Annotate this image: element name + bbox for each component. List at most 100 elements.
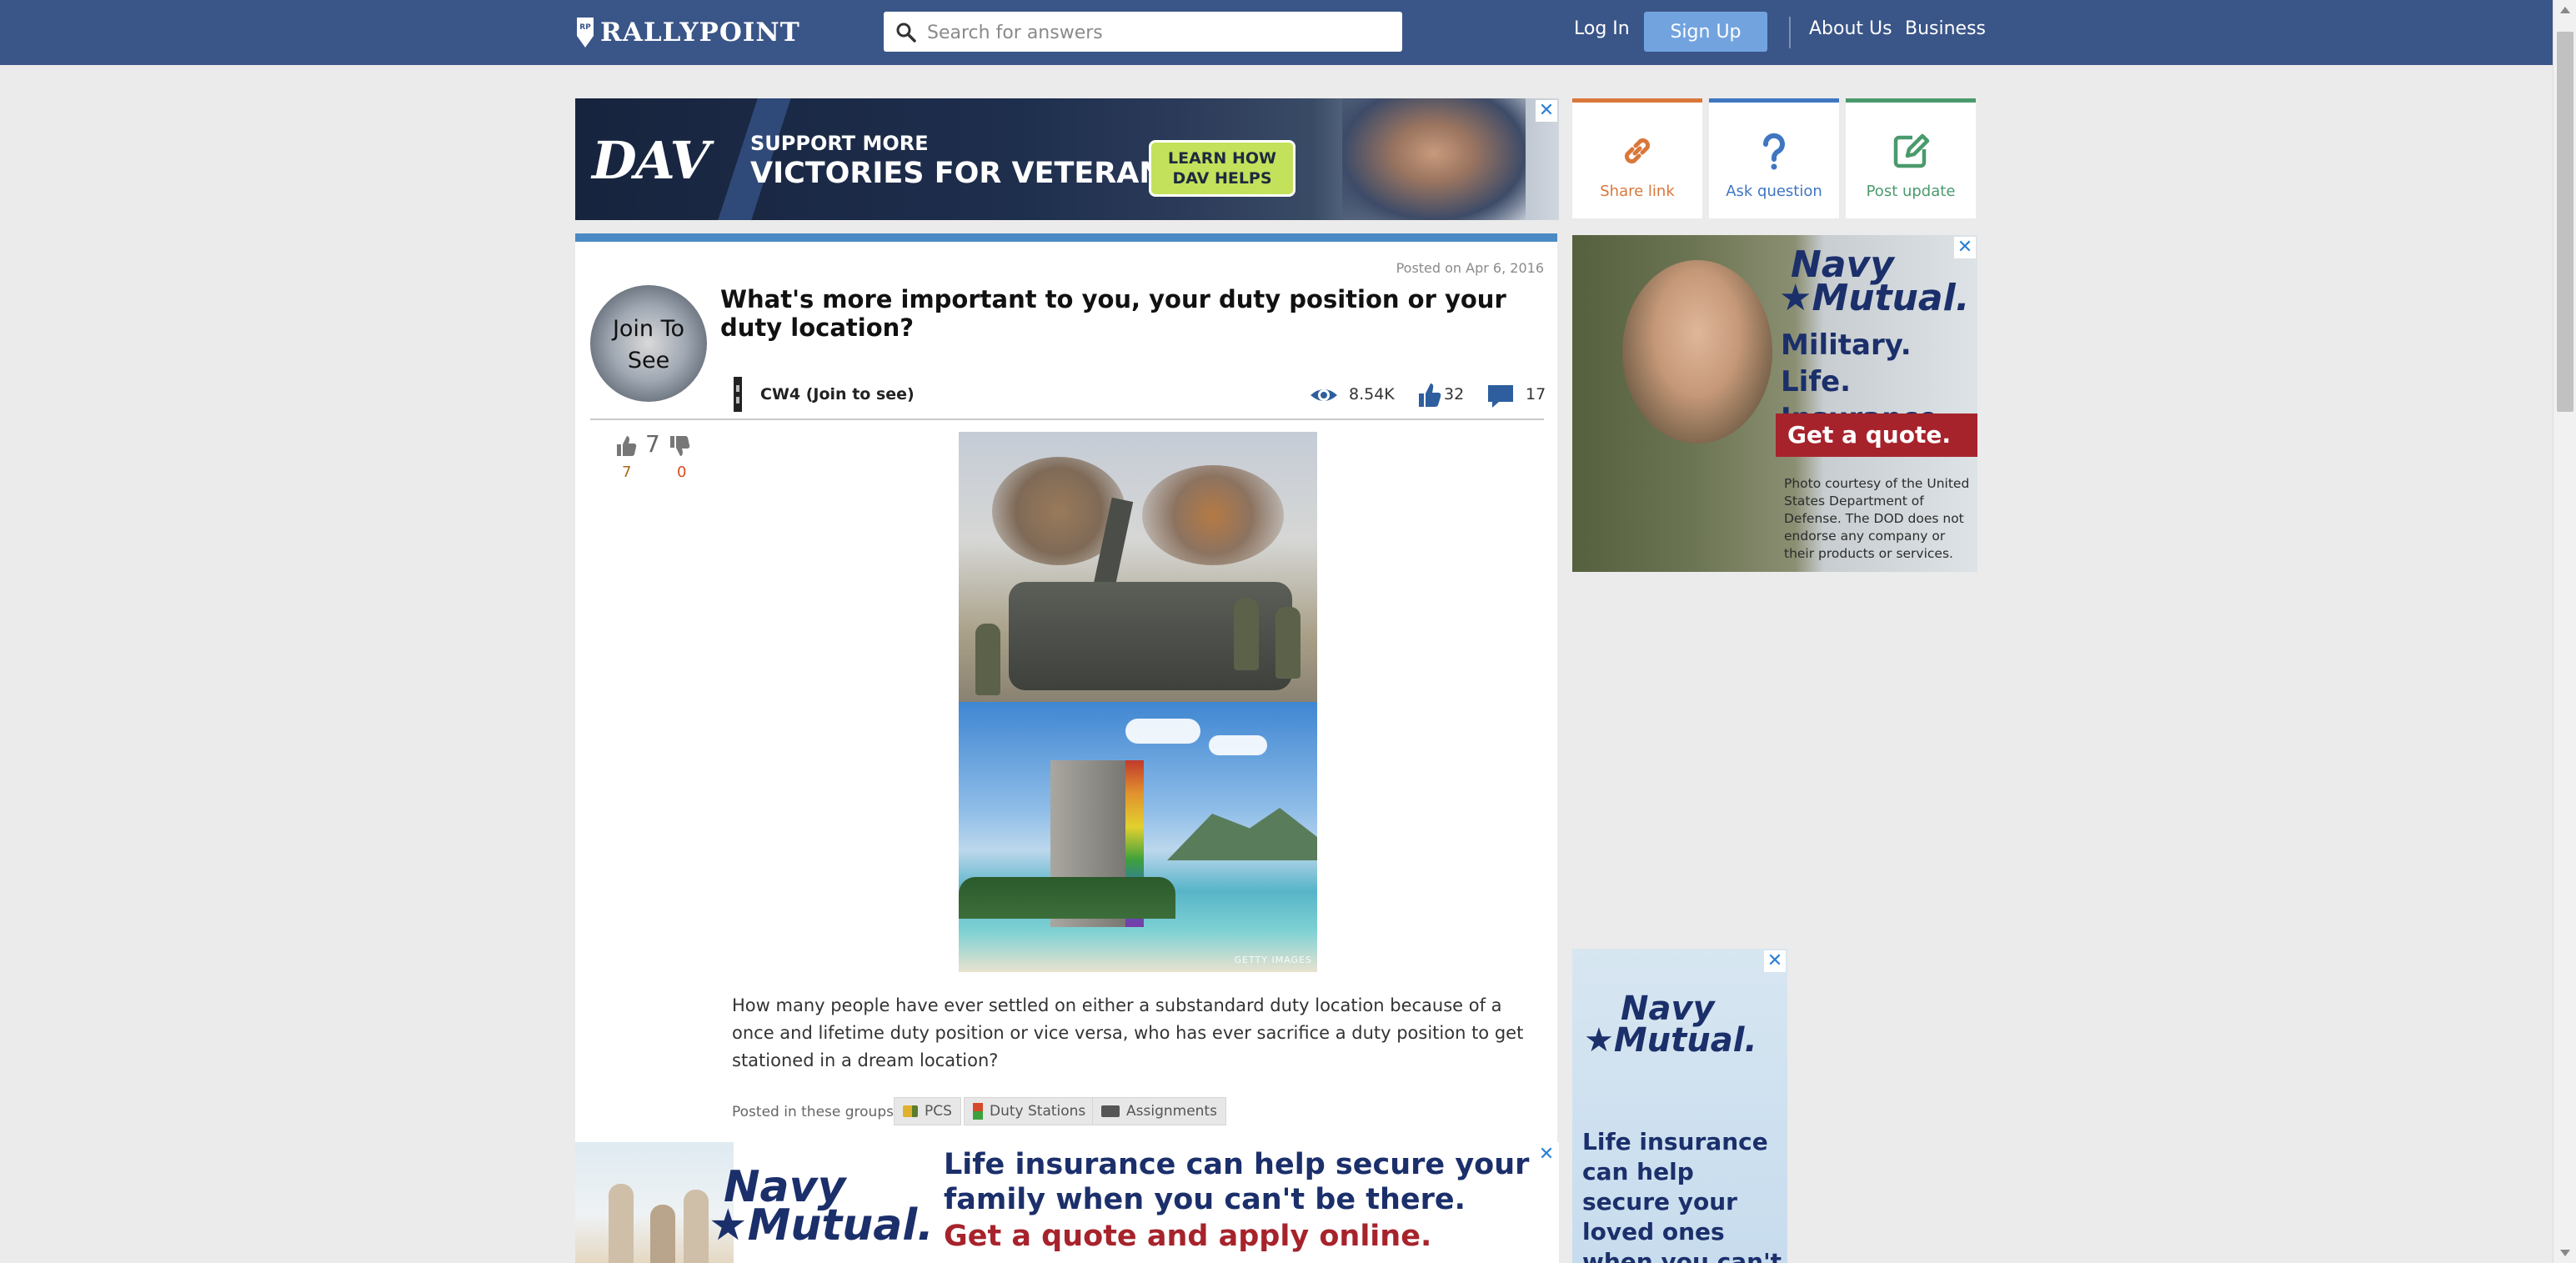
downvote-count: 0 xyxy=(677,464,687,481)
dav-logo: DAV xyxy=(592,130,709,191)
waikiki-beach-photo[interactable]: GETTY IMAGES xyxy=(959,702,1317,972)
scrollbar-thumb[interactable] xyxy=(2557,32,2573,412)
rallypoint-logo[interactable]: RP RALLYPOINT xyxy=(575,15,800,50)
cloud xyxy=(1125,719,1200,744)
vote-score: 7 xyxy=(645,430,660,458)
comment-count: 17 xyxy=(1526,385,1546,403)
scroll-up-arrow-icon[interactable] xyxy=(2560,7,2570,13)
group-tag-pcs[interactable]: PCS xyxy=(894,1097,961,1125)
dav-headline: VICTORIES FOR VETERANS. xyxy=(750,157,1196,190)
question-card: Posted on Apr 6, 2016 Join To See What's… xyxy=(575,233,1557,1142)
star-icon: ★ xyxy=(1584,1021,1614,1060)
briefcase-icon xyxy=(1101,1105,1120,1117)
search-icon xyxy=(896,23,916,43)
rank-insignia-icon xyxy=(734,377,742,412)
soldier-figure xyxy=(975,624,1000,695)
truck-icon xyxy=(903,1105,918,1117)
header-divider xyxy=(590,418,1544,420)
navy-mutual-logo-word: Mutual. xyxy=(1812,277,1970,319)
ask-question-tile[interactable]: Ask question xyxy=(1709,98,1839,218)
signup-button[interactable]: Sign Up xyxy=(1644,12,1767,52)
get-a-quote-button[interactable]: Get a quote. xyxy=(1776,413,1977,457)
smoke-cloud-right xyxy=(1142,465,1284,565)
nav-divider xyxy=(1789,17,1791,48)
share-link-tile[interactable]: Share link xyxy=(1572,98,1702,218)
thumbs-up-icon[interactable] xyxy=(1414,380,1444,410)
top-navigation-bar: RP RALLYPOINT Log In Sign Up About Us Bu… xyxy=(0,0,2576,65)
close-ad-icon[interactable]: ✕ xyxy=(1536,100,1557,122)
navy-mutual-small-ad[interactable]: Navy ★Mutual. Life insurance can help se… xyxy=(1572,949,1787,1263)
close-ad-icon[interactable]: ✕ xyxy=(1954,237,1976,258)
soldier-figure xyxy=(1234,599,1259,670)
avatar-placeholder-text: Join To See xyxy=(612,316,685,373)
soldier-figure xyxy=(1275,607,1301,679)
post-update-tile[interactable]: Post update xyxy=(1846,98,1976,218)
star-icon: ★ xyxy=(709,1200,748,1250)
artillery-photo[interactable] xyxy=(959,432,1317,702)
dav-advertisement[interactable]: DAV SUPPORT MORE VICTORIES FOR VETERANS.… xyxy=(575,98,1559,220)
image-credit: GETTY IMAGES xyxy=(1234,955,1312,965)
comment-icon[interactable] xyxy=(1486,380,1516,410)
group-tag-label: PCS xyxy=(925,1103,952,1120)
scroll-down-arrow-icon[interactable] xyxy=(2560,1250,2570,1256)
photo-disclaimer: Photo courtesy of the United States Depa… xyxy=(1784,476,1970,561)
business-link[interactable]: Business xyxy=(1905,18,1986,39)
page-scrollbar[interactable] xyxy=(2553,0,2576,1263)
navy-mutual-banner-cta[interactable]: Get a quote and apply online. xyxy=(944,1219,1431,1254)
group-tag-assignments[interactable]: Assignments xyxy=(1092,1097,1226,1125)
navy-mutual-banner-ad[interactable]: Navy ★Mutual. Life insurance can help se… xyxy=(575,1142,1559,1263)
author-name[interactable]: CW4 (Join to see) xyxy=(760,385,915,403)
post-update-label: Post update xyxy=(1866,183,1956,200)
person-figure xyxy=(609,1184,634,1263)
svg-text:RP: RP xyxy=(579,23,591,32)
navy-mutual-side-ad[interactable]: Navy ★Mutual. Military. Life. Insurance.… xyxy=(1572,235,1977,572)
search-input[interactable] xyxy=(925,12,1396,53)
soldier-photo xyxy=(1622,260,1772,444)
view-count: 8.54K xyxy=(1349,385,1395,403)
group-tag-duty-stations[interactable]: Duty Stations xyxy=(964,1097,1095,1125)
close-ad-icon[interactable]: ✕ xyxy=(1764,950,1786,972)
person-figure xyxy=(650,1205,675,1263)
card-accent-bar xyxy=(575,233,1557,242)
close-ad-icon[interactable]: ✕ xyxy=(1536,1144,1557,1165)
edit-icon xyxy=(1893,133,1930,168)
question-body: How many people have ever settled on eit… xyxy=(732,995,1524,1070)
navy-mutual-logo-bottom: ★Mutual. xyxy=(1584,1024,1757,1057)
rallypoint-pin-icon: RP xyxy=(577,18,594,48)
navy-mutual-logo-bottom: ★Mutual. xyxy=(1779,280,1969,317)
navy-mutual-banner-headline: Life insurance can help secure your fami… xyxy=(944,1148,1530,1216)
upvote-count: 7 xyxy=(622,464,632,481)
posted-date: Posted on Apr 6, 2016 xyxy=(1396,260,1544,276)
search-box[interactable] xyxy=(884,12,1402,53)
like-count: 32 xyxy=(1444,385,1465,403)
navy-mutual-logo-word: Mutual. xyxy=(747,1200,934,1250)
navy-mutual-logo-top: Navy xyxy=(1621,990,1715,1028)
downvote-icon[interactable] xyxy=(667,434,692,459)
group-tag-label: Assignments xyxy=(1126,1103,1217,1120)
dav-headline-top: SUPPORT MORE xyxy=(750,132,929,155)
brand-name: RALLYPOINT xyxy=(600,18,800,48)
ask-question-label: Ask question xyxy=(1726,183,1822,200)
upvote-icon[interactable] xyxy=(614,434,639,459)
star-icon: ★ xyxy=(1779,277,1812,319)
navy-mutual-logo-bottom: ★Mutual. xyxy=(709,1204,934,1247)
palm-trees xyxy=(959,877,1175,919)
dav-learn-how-button[interactable]: LEARN HOW DAV HELPS xyxy=(1149,140,1296,197)
navy-mutual-message: Life insurance can help secure your love… xyxy=(1582,1128,1782,1263)
dav-veteran-photo xyxy=(1342,98,1526,220)
diamond-head-mountain xyxy=(1167,808,1317,860)
share-link-label: Share link xyxy=(1600,183,1675,200)
login-link[interactable]: Log In xyxy=(1574,18,1630,39)
map-pin-icon xyxy=(973,1103,983,1120)
link-icon xyxy=(1624,138,1651,164)
about-us-link[interactable]: About Us xyxy=(1809,18,1892,39)
navy-mutual-logo-word: Mutual. xyxy=(1613,1021,1757,1060)
question-icon xyxy=(1762,133,1785,170)
author-avatar[interactable]: Join To See xyxy=(590,285,707,402)
eye-icon xyxy=(1311,389,1337,401)
person-figure xyxy=(684,1190,709,1263)
groups-label: Posted in these groups: xyxy=(732,1104,899,1120)
cloud xyxy=(1209,735,1267,755)
group-tag-label: Duty Stations xyxy=(990,1103,1086,1120)
question-title[interactable]: What's more important to you, your duty … xyxy=(720,285,1521,342)
